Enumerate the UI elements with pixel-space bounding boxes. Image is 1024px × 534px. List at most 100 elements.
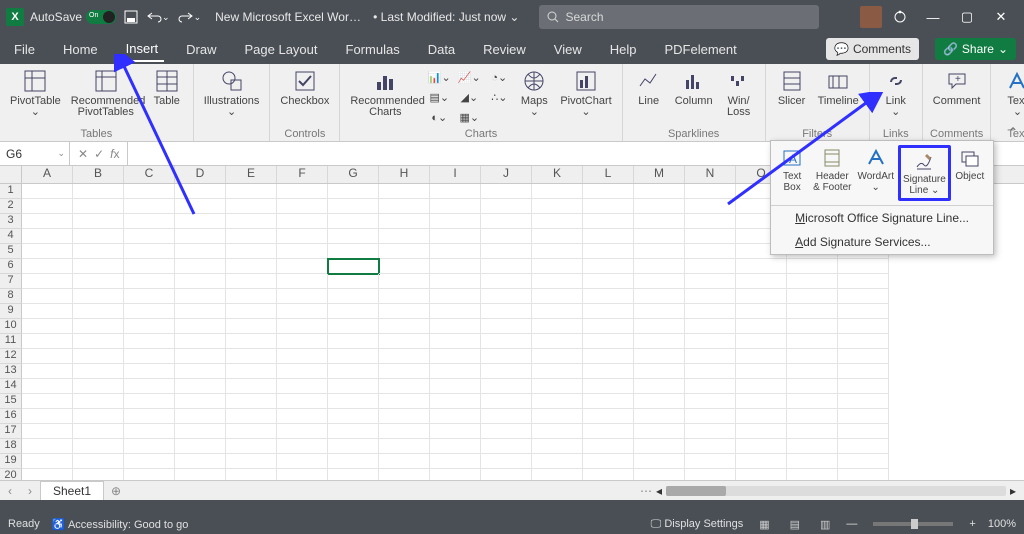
cell[interactable]: [73, 349, 124, 364]
cell[interactable]: [124, 289, 175, 304]
cell[interactable]: [175, 259, 226, 274]
cell[interactable]: [583, 454, 634, 469]
row-header[interactable]: 13: [0, 364, 22, 379]
wordart-button[interactable]: WordArt⌄: [855, 145, 896, 201]
cell[interactable]: [124, 379, 175, 394]
cell[interactable]: [583, 334, 634, 349]
cell[interactable]: [481, 304, 532, 319]
cell[interactable]: [634, 394, 685, 409]
cell[interactable]: [430, 214, 481, 229]
row-header[interactable]: 15: [0, 394, 22, 409]
cell[interactable]: [481, 394, 532, 409]
cell[interactable]: [685, 214, 736, 229]
cell[interactable]: [226, 424, 277, 439]
cell[interactable]: [736, 364, 787, 379]
row-header[interactable]: 4: [0, 229, 22, 244]
tab-file[interactable]: File: [8, 38, 41, 61]
cell[interactable]: [379, 349, 430, 364]
cell[interactable]: [226, 259, 277, 274]
cell[interactable]: [73, 379, 124, 394]
cell[interactable]: [277, 229, 328, 244]
cell[interactable]: [838, 409, 889, 424]
cell[interactable]: [583, 289, 634, 304]
illustrations-button[interactable]: Illustrations⌄: [200, 66, 264, 120]
row-header[interactable]: 12: [0, 349, 22, 364]
cell[interactable]: [787, 454, 838, 469]
column-header[interactable]: N: [685, 166, 736, 183]
cell[interactable]: [328, 244, 379, 259]
header-footer-button[interactable]: Header & Footer: [811, 145, 853, 201]
cell[interactable]: [175, 244, 226, 259]
cell[interactable]: [532, 319, 583, 334]
cell[interactable]: [226, 199, 277, 214]
autosave-toggle[interactable]: On: [86, 10, 116, 24]
cell[interactable]: [685, 289, 736, 304]
cell[interactable]: [634, 214, 685, 229]
cell[interactable]: [481, 454, 532, 469]
cell[interactable]: [787, 409, 838, 424]
column-header[interactable]: J: [481, 166, 532, 183]
cell[interactable]: [22, 424, 73, 439]
row-header[interactable]: 8: [0, 289, 22, 304]
cell[interactable]: [379, 319, 430, 334]
cell[interactable]: [124, 244, 175, 259]
cell[interactable]: [226, 304, 277, 319]
textbox-button[interactable]: AText Box: [775, 145, 809, 201]
cell[interactable]: [379, 379, 430, 394]
close-button[interactable]: ✕: [984, 9, 1018, 25]
cell[interactable]: [583, 244, 634, 259]
cell[interactable]: [838, 424, 889, 439]
row-header[interactable]: 5: [0, 244, 22, 259]
row-header[interactable]: 7: [0, 274, 22, 289]
cell[interactable]: [634, 334, 685, 349]
cell[interactable]: [379, 454, 430, 469]
cell[interactable]: [175, 214, 226, 229]
slicer-button[interactable]: Slicer: [772, 66, 812, 109]
row-header[interactable]: 19: [0, 454, 22, 469]
comment-button[interactable]: +Comment: [929, 66, 985, 109]
cell[interactable]: [175, 349, 226, 364]
cell[interactable]: [124, 214, 175, 229]
user-avatar[interactable]: [860, 6, 882, 28]
cell[interactable]: [73, 259, 124, 274]
cell[interactable]: [175, 319, 226, 334]
cell[interactable]: [175, 424, 226, 439]
sparkline-line-button[interactable]: Line: [629, 66, 669, 109]
page-layout-view-icon[interactable]: ▤: [786, 518, 804, 531]
cell[interactable]: [685, 184, 736, 199]
cell[interactable]: [430, 334, 481, 349]
cell[interactable]: [838, 349, 889, 364]
cell[interactable]: [838, 454, 889, 469]
combo-chart-icon[interactable]: ◐⌄: [426, 108, 452, 126]
cell[interactable]: [73, 364, 124, 379]
cell[interactable]: [22, 439, 73, 454]
cell[interactable]: [787, 289, 838, 304]
cell[interactable]: [532, 364, 583, 379]
cell[interactable]: [685, 319, 736, 334]
cell[interactable]: [226, 319, 277, 334]
cell[interactable]: [583, 319, 634, 334]
cell[interactable]: [532, 259, 583, 274]
cell[interactable]: [73, 229, 124, 244]
cell[interactable]: [532, 244, 583, 259]
row-header[interactable]: 6: [0, 259, 22, 274]
cell[interactable]: [22, 319, 73, 334]
cell[interactable]: [73, 244, 124, 259]
cell[interactable]: [532, 439, 583, 454]
cell[interactable]: [634, 289, 685, 304]
row-header[interactable]: 16: [0, 409, 22, 424]
cell[interactable]: [22, 214, 73, 229]
cell[interactable]: [277, 349, 328, 364]
cell[interactable]: [430, 184, 481, 199]
cell[interactable]: [328, 454, 379, 469]
cell[interactable]: [22, 364, 73, 379]
name-box[interactable]: G6⌄: [0, 142, 70, 165]
cell[interactable]: [379, 229, 430, 244]
cell[interactable]: [532, 409, 583, 424]
cell[interactable]: [532, 199, 583, 214]
cell[interactable]: [583, 199, 634, 214]
cell[interactable]: [379, 289, 430, 304]
cell[interactable]: [685, 439, 736, 454]
cell[interactable]: [838, 274, 889, 289]
column-header[interactable]: A: [22, 166, 73, 183]
